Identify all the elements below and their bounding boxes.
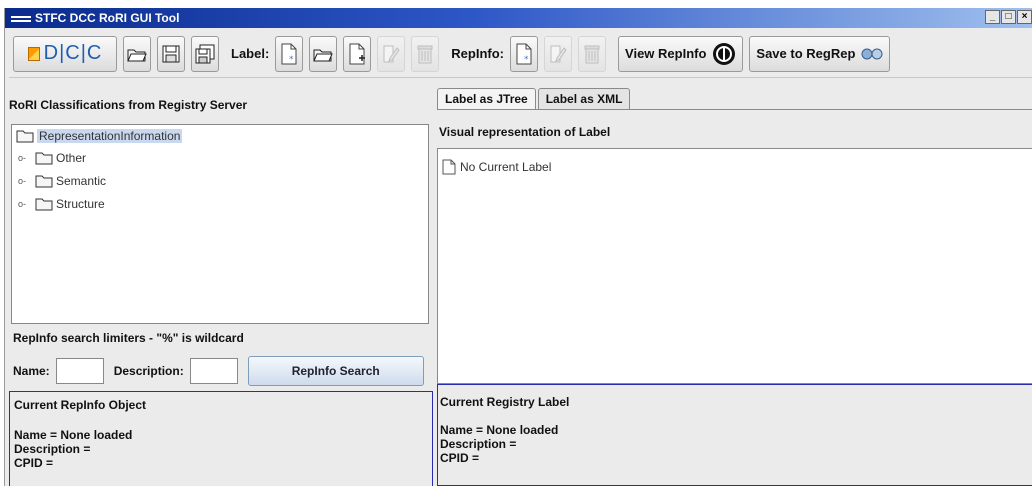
tree-root-label: RepresentationInformation	[37, 129, 183, 143]
expand-handle-icon[interactable]: o-	[18, 153, 32, 163]
floppy-disk-stack-icon	[195, 44, 215, 63]
window-title: STFC DCC RoRI GUI Tool	[35, 11, 180, 25]
dcc-logo-button[interactable]: D|C|C	[13, 35, 117, 72]
label-toolbar-label: Label:	[231, 46, 270, 61]
description-field[interactable]	[189, 358, 238, 384]
new-repinfo-button[interactable]: *	[510, 35, 539, 72]
tree-node-label: Semantic	[56, 174, 107, 188]
delete-label-button[interactable]	[411, 35, 440, 72]
expand-handle-icon[interactable]: o-	[18, 199, 32, 209]
dcc-logo-icon	[27, 46, 40, 61]
current-label-name: Name = None loaded	[440, 423, 559, 437]
new-document-icon: *	[516, 43, 532, 65]
tree-root-node[interactable]: RepresentationInformation	[16, 129, 183, 143]
classification-tree[interactable]: RepresentationInformation o- Other o- Se…	[11, 124, 429, 324]
expand-handle-icon[interactable]: o-	[18, 176, 32, 186]
search-limiters-title: RepInfo search limiters - "%" is wildcar…	[13, 331, 244, 345]
window-menu-icon[interactable]	[11, 15, 31, 22]
save-to-regrep-button[interactable]: Save to RegRep	[749, 35, 891, 72]
minimize-button[interactable]: _	[985, 10, 1000, 24]
name-field-label: Name:	[13, 364, 50, 378]
current-label-description: Description =	[440, 437, 517, 451]
current-repinfo-cpid: CPID =	[14, 456, 54, 470]
tree-node-label: Structure	[56, 197, 105, 211]
view-repinfo-button[interactable]: View RepInfo	[618, 35, 744, 72]
no-label-node[interactable]: No Current Label	[442, 159, 551, 175]
current-repinfo-panel: Current RepInfo Object Name = None loade…	[9, 391, 433, 486]
open-button[interactable]	[123, 35, 151, 72]
tab-divider	[437, 109, 1032, 110]
current-registry-label-title: Current Registry Label	[440, 395, 570, 409]
label-tabs: Label as JTree Label as XML	[437, 88, 631, 110]
trash-can-icon	[417, 45, 433, 63]
search-row: Name: Description: RepInfo Search	[13, 356, 424, 386]
visual-representation-title: Visual representation of Label	[439, 125, 611, 139]
open-label-button[interactable]	[309, 35, 338, 72]
save-as-button[interactable]	[191, 35, 219, 72]
tab-label-as-xml[interactable]: Label as XML	[537, 88, 631, 110]
window-controls: _ □ ×	[985, 10, 1032, 24]
folder-open-icon	[127, 49, 147, 61]
repinfo-search-button[interactable]: RepInfo Search	[247, 356, 424, 386]
tree-node-structure[interactable]: o- Structure	[18, 197, 105, 211]
folder-icon	[35, 175, 53, 188]
new-label-button[interactable]: *	[275, 35, 304, 72]
maximize-button[interactable]: □	[1001, 10, 1016, 24]
title-bar[interactable]: STFC DCC RoRI GUI Tool _ □ ×	[5, 8, 1032, 28]
tree-node-other[interactable]: o- Other	[18, 151, 86, 165]
view-repinfo-label: View RepInfo	[625, 46, 707, 61]
delete-repinfo-button[interactable]	[578, 35, 607, 72]
current-repinfo-title: Current RepInfo Object	[14, 398, 147, 412]
registry-repository-icon	[861, 48, 883, 59]
folder-open-icon	[313, 49, 334, 61]
edit-pencil-icon	[550, 45, 567, 62]
add-document-icon	[349, 43, 366, 64]
folder-icon	[35, 152, 53, 165]
current-repinfo-description: Description =	[14, 442, 91, 456]
edit-label-button[interactable]	[377, 35, 406, 72]
add-label-button[interactable]	[343, 35, 372, 72]
name-field[interactable]	[55, 358, 104, 384]
edit-pencil-icon	[383, 45, 400, 62]
save-button[interactable]	[157, 35, 185, 72]
toolbar: D|C|C Label: * RepInfo: * View RepInfo S…	[9, 30, 1032, 78]
document-icon	[442, 159, 456, 175]
svg-text:*: *	[289, 55, 294, 65]
folder-icon	[35, 198, 53, 211]
tree-node-label: Other	[56, 151, 87, 165]
dcc-logo-text: D|C|C	[43, 42, 103, 64]
tab-label-as-jtree[interactable]: Label as JTree	[437, 88, 536, 110]
svg-text:*: *	[524, 55, 529, 65]
edit-repinfo-button[interactable]	[544, 35, 573, 72]
right-panel: Label as JTree Label as XML Visual repre…	[435, 84, 1032, 486]
trash-can-icon	[584, 45, 600, 63]
close-button[interactable]: ×	[1017, 10, 1032, 24]
save-to-regrep-label: Save to RegRep	[756, 46, 856, 61]
repinfo-toolbar-label: RepInfo:	[451, 46, 505, 61]
current-label-cpid: CPID =	[440, 451, 480, 465]
current-registry-label-panel: Current Registry Label Name = None loade…	[437, 384, 1032, 486]
folder-icon	[16, 130, 34, 143]
app-window: STFC DCC RoRI GUI Tool _ □ × D|C|C Label…	[4, 8, 1032, 486]
classifications-title: RoRI Classifications from Registry Serve…	[9, 98, 248, 112]
floppy-disk-icon	[162, 45, 180, 62]
current-repinfo-name: Name = None loaded	[14, 428, 133, 442]
label-tree-view[interactable]: No Current Label	[437, 148, 1032, 384]
left-panel: RoRI Classifications from Registry Serve…	[5, 84, 433, 486]
view-eye-icon	[713, 42, 736, 65]
new-document-icon: *	[281, 43, 297, 65]
description-field-label: Description:	[113, 364, 184, 378]
tree-node-semantic[interactable]: o- Semantic	[18, 174, 106, 188]
no-label-text: No Current Label	[460, 160, 552, 174]
